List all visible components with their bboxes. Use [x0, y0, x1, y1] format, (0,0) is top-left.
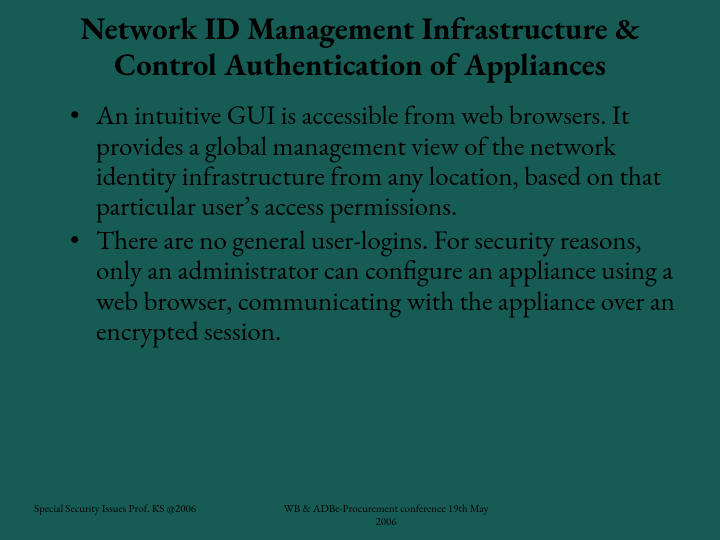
slide-title: Network ID Management Infrastructure & C… — [34, 12, 686, 83]
list-item: There are no general user-logins. For se… — [70, 226, 686, 347]
slide-footer: Special Security Issues Prof. KS @2006 W… — [0, 503, 720, 531]
slide: Network ID Management Infrastructure & C… — [0, 0, 720, 540]
bullet-list: An intuitive GUI is accessible from web … — [34, 101, 686, 347]
footer-left: Special Security Issues Prof. KS @2006 — [34, 503, 275, 531]
footer-center: WB & ADBe-Procurement conference 19th Ma… — [275, 503, 497, 531]
list-item: An intuitive GUI is accessible from web … — [70, 101, 686, 222]
